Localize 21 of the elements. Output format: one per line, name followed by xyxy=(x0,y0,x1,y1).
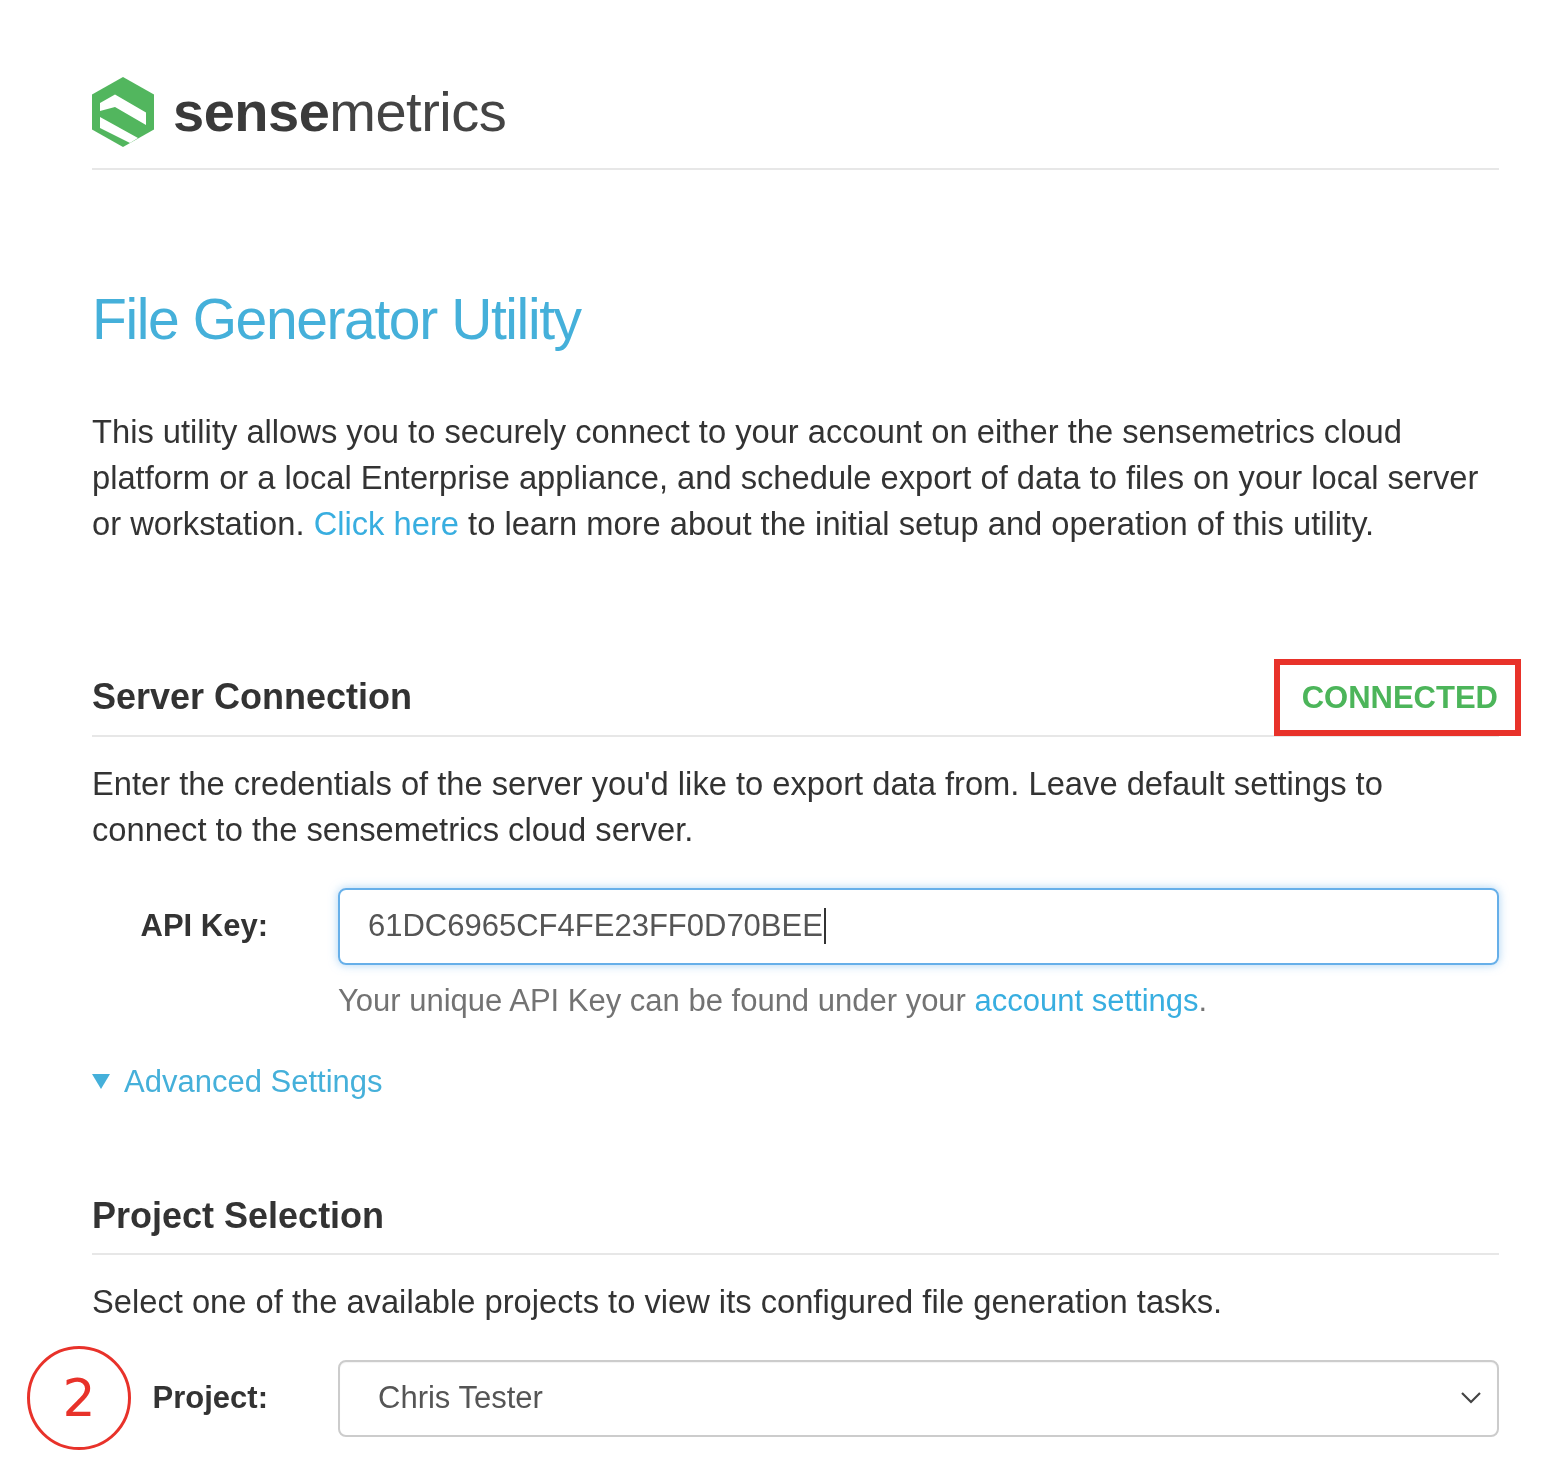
step-marker: 2 xyxy=(27,1346,131,1451)
section-heading: Server Connection xyxy=(92,677,413,718)
project-select[interactable]: Chris Tester xyxy=(338,1359,1499,1437)
section-description: Enter the credentials of the server you'd like to export data from. Leave default settings to connect to the sensemetrics cloud server. xyxy=(92,763,1384,850)
hexagon-logo-icon xyxy=(92,77,154,147)
section-description: Select one of the available projects to view its configured file generation tasks. xyxy=(92,1281,1224,1322)
help-text: Your unique API Key can be found under your account settings. xyxy=(338,981,1209,1020)
text-cursor-icon xyxy=(823,908,826,945)
account-settings-link[interactable]: account settings xyxy=(974,982,1199,1018)
intro-paragraph: This utility allows you to securely connect to your account on either the sensemetrics cloud platform or a local Enterprise appliance, and schedule export of data to files on your local server or workstation. Click here to learn more about the initial setup and operation of this utility. xyxy=(92,411,1480,544)
chevron-down-icon xyxy=(1461,1392,1481,1405)
section-heading: Project Selection xyxy=(92,1195,385,1236)
triangle-down-icon xyxy=(92,1074,110,1090)
page-title: File Generator Utility xyxy=(92,288,583,351)
advanced-settings-toggle[interactable]: Advanced Settings xyxy=(92,1063,383,1100)
api-key-field[interactable]: 61DC6965CF4FE23FF0D70BEE xyxy=(338,887,1499,965)
field-label: Project: xyxy=(151,1380,268,1417)
brand-wordmark: sensemetrics xyxy=(173,84,507,140)
click-here-link[interactable]: Click here xyxy=(313,504,459,542)
field-label: API Key: xyxy=(139,908,268,945)
connection-status: CONNECTED xyxy=(1301,681,1498,713)
